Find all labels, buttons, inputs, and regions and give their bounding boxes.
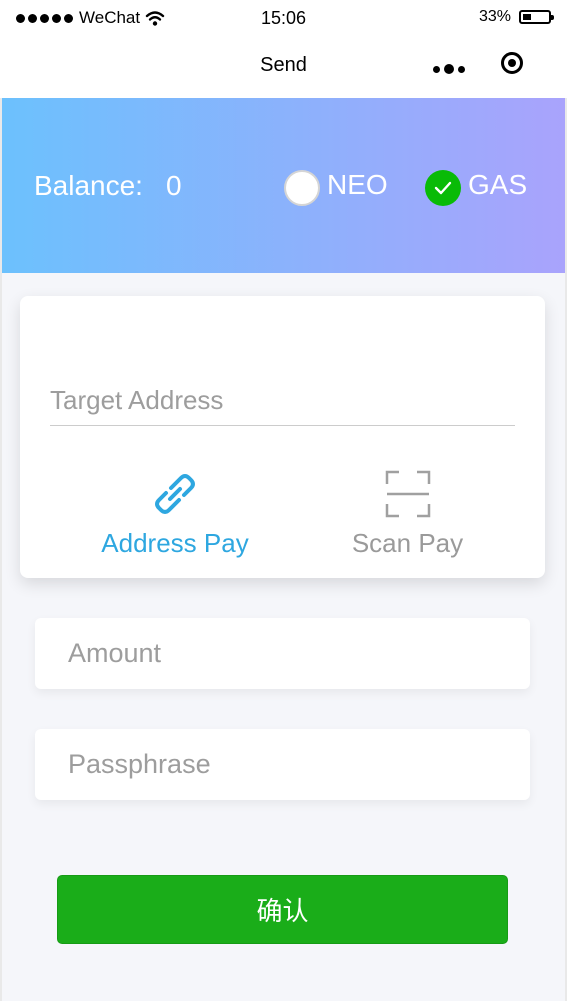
address-pay-option[interactable]: Address Pay — [90, 466, 260, 566]
target-address-input[interactable] — [50, 376, 515, 426]
more-options-icon[interactable] — [433, 64, 465, 74]
scan-pay-option[interactable]: Scan Pay — [335, 466, 480, 566]
gas-radio-checked[interactable] — [425, 170, 461, 206]
nav-bar: Send — [0, 36, 567, 98]
address-pay-label: Address Pay — [101, 528, 249, 558]
link-icon — [155, 474, 195, 514]
scan-icon — [385, 470, 431, 518]
gas-label[interactable]: GAS — [468, 169, 527, 201]
balance-value: 0 — [166, 170, 182, 201]
neo-label[interactable]: NEO — [327, 169, 388, 201]
amount-field-container — [35, 618, 530, 689]
confirm-button[interactable]: 确认 — [57, 875, 508, 944]
neo-radio[interactable] — [284, 170, 320, 206]
passphrase-input[interactable] — [68, 729, 508, 800]
payment-method-card: Address Pay Scan Pay — [20, 296, 545, 578]
balance-label: Balance: — [34, 170, 143, 201]
status-right: 33% — [478, 8, 554, 26]
check-icon — [434, 181, 452, 195]
close-miniprogram-icon[interactable] — [501, 52, 523, 74]
page-title: Send — [260, 54, 307, 76]
battery-icon — [519, 10, 554, 24]
scan-pay-label: Scan Pay — [351, 528, 464, 558]
battery-percent: 33% — [478, 8, 511, 25]
passphrase-field-container — [35, 729, 530, 800]
amount-input[interactable] — [68, 618, 508, 689]
balance-banner: Balance: 0 NEO GAS — [2, 98, 565, 273]
status-bar: WeChat 15:06 33% — [0, 0, 567, 36]
